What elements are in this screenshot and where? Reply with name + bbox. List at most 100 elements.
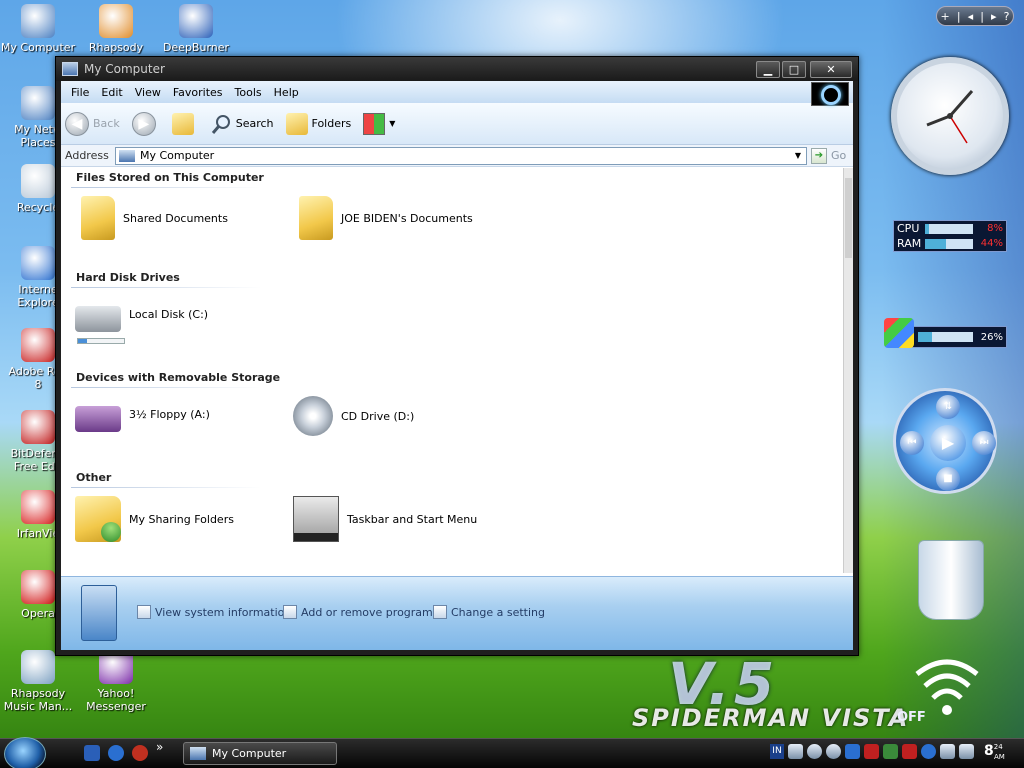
up-folder-icon [171,112,194,135]
monitor-tray-icon[interactable] [940,744,955,759]
menu-edit[interactable]: Edit [95,86,128,99]
system-tray: IN [770,744,978,759]
sidebar-nav-item[interactable]: + [941,10,950,23]
desktop-icon[interactable]: DeepBurner [158,4,234,54]
change-setting-link[interactable]: Change a setting [433,605,545,619]
cd-drive-icon [293,396,333,436]
folders-icon [285,112,308,135]
menu-view[interactable]: View [129,86,167,99]
play-button[interactable]: ▶ [930,425,966,461]
network-tray-icon[interactable] [788,744,803,759]
settings-tray-icon[interactable] [826,744,841,759]
clock-minutes: 24 [993,743,1003,751]
cpu-bar [925,223,929,234]
sharing-folders-item[interactable]: My Sharing Folders [75,496,234,542]
desktop-icon[interactable]: Rhapsody Music Man... [0,650,76,713]
scrollbar-thumb[interactable] [845,178,852,258]
window-body: File Edit View Favorites Tools Help ◀ Ba… [61,81,853,650]
forward-arrow-icon: ▶ [131,111,156,136]
close-button[interactable]: ✕ [810,60,852,78]
menu-favorites[interactable]: Favorites [167,86,229,99]
group-other: Other [76,471,112,484]
app-icon [21,246,55,280]
menu-tools[interactable]: Tools [229,86,268,99]
disk-usage-fill [78,339,88,343]
desktop-icon-label: Rhapsody [10,687,66,700]
desktop-icon[interactable]: My Computer [0,4,76,54]
clock[interactable]: 824 AM [984,743,1005,761]
address-input[interactable]: My Computer ▼ [115,146,807,165]
antivirus-tray-icon[interactable] [883,744,898,759]
desktop-icon-label-line2: Messenger [86,700,146,713]
app-icon [21,570,55,604]
link-label: Change a setting [451,605,545,619]
up-folder-button[interactable] [171,112,198,135]
start-button[interactable] [4,737,46,768]
menu-file[interactable]: File [65,86,95,99]
security-tray-icon[interactable] [864,744,879,759]
ie-quicklaunch-icon[interactable] [108,745,124,761]
media-quicklaunch-icon[interactable] [132,745,148,761]
address-label: Address [65,149,109,162]
stop-button[interactable]: ■ [936,467,960,491]
app-icon [21,490,55,524]
maximize-button[interactable]: □ [782,60,806,78]
update-tray-icon[interactable] [845,744,860,759]
notes-tray-icon[interactable] [959,744,974,759]
sidebar-nav-controls[interactable]: + | ◂ | ▸? [936,6,1014,26]
taskbar-start-menu-item[interactable]: Taskbar and Start Menu [293,496,477,542]
group-files: Files Stored on This Computer [76,171,264,184]
bitdefender-tray-icon[interactable] [902,744,917,759]
previous-button[interactable]: ⏮ [900,431,924,455]
user-documents-item[interactable]: JOE BIDEN's Documents [293,196,473,240]
item-label: 3½ Floppy (A:) [129,407,210,421]
cpu-value: 8% [987,223,1003,234]
desktop-icon-label: DeepBurner [162,41,230,54]
control-panel-icon [433,605,447,619]
view-system-info-link[interactable]: View system information [137,605,291,619]
search-button[interactable]: Search [210,113,274,135]
sidebar-nav-item[interactable]: ▸ [991,10,997,23]
explorer-window[interactable]: My Computer ▁ □ ✕ File Edit View Favorit… [55,56,859,656]
cpu-ram-meter[interactable]: CPU 8% RAM 44% [893,220,1007,252]
vertical-scrollbar[interactable] [843,168,853,573]
address-value: My Computer [140,149,215,162]
media-player-gadget[interactable]: ⇅ ⏮ ▶ ⏭ ■ [893,388,997,494]
ram-label: RAM [897,237,922,250]
forward-button[interactable]: ▶ [131,111,160,136]
cd-drive-item[interactable]: CD Drive (D:) [293,396,414,436]
language-indicator[interactable]: IN [770,744,784,759]
computer-icon [62,62,78,76]
next-button[interactable]: ⏭ [972,431,996,455]
clock-hour: 8 [984,743,994,759]
quicklaunch-chevron-icon[interactable]: » [156,740,163,754]
shared-documents-item[interactable]: Shared Documents [75,196,228,240]
volume-tray-icon[interactable] [807,744,822,759]
menu-help[interactable]: Help [268,86,305,99]
folders-button[interactable]: Folders [285,112,351,135]
sidebar-nav-item: | [956,9,961,23]
download-tray-icon[interactable] [921,744,936,759]
item-label: Taskbar and Start Menu [347,512,478,526]
recycle-bin-gadget[interactable] [918,540,984,620]
minimize-button[interactable]: ▁ [756,60,780,78]
floppy-item[interactable]: 3½ Floppy (A:) [75,396,210,432]
window-titlebar[interactable]: My Computer ▁ □ ✕ [56,57,858,81]
go-button[interactable]: ➔ Go [807,147,853,164]
deepburner-quicklaunch-icon[interactable] [84,745,100,761]
address-dropdown-icon[interactable]: ▼ [790,151,806,160]
disk-value: 26% [980,331,1003,343]
back-button[interactable]: ◀ Back [65,111,120,136]
menu-bar: File Edit View Favorites Tools Help [61,81,853,106]
shuffle-button[interactable]: ⇅ [936,395,960,419]
taskbar-task-my-computer[interactable]: My Computer [183,742,337,765]
sidebar-nav-item[interactable]: ◂ [968,10,974,23]
add-remove-programs-link[interactable]: Add or remove programs [283,605,439,619]
views-button[interactable]: ▼ [363,112,395,135]
group-divider [71,187,261,188]
disk-meter[interactable]: 26% [912,326,1007,348]
desktop-icon[interactable]: Yahoo! Messenger [78,650,154,713]
clock-gadget[interactable] [891,57,1009,175]
local-disk-item[interactable]: Local Disk (C:) [75,296,208,332]
sidebar-nav-item[interactable]: ? [1004,10,1010,23]
